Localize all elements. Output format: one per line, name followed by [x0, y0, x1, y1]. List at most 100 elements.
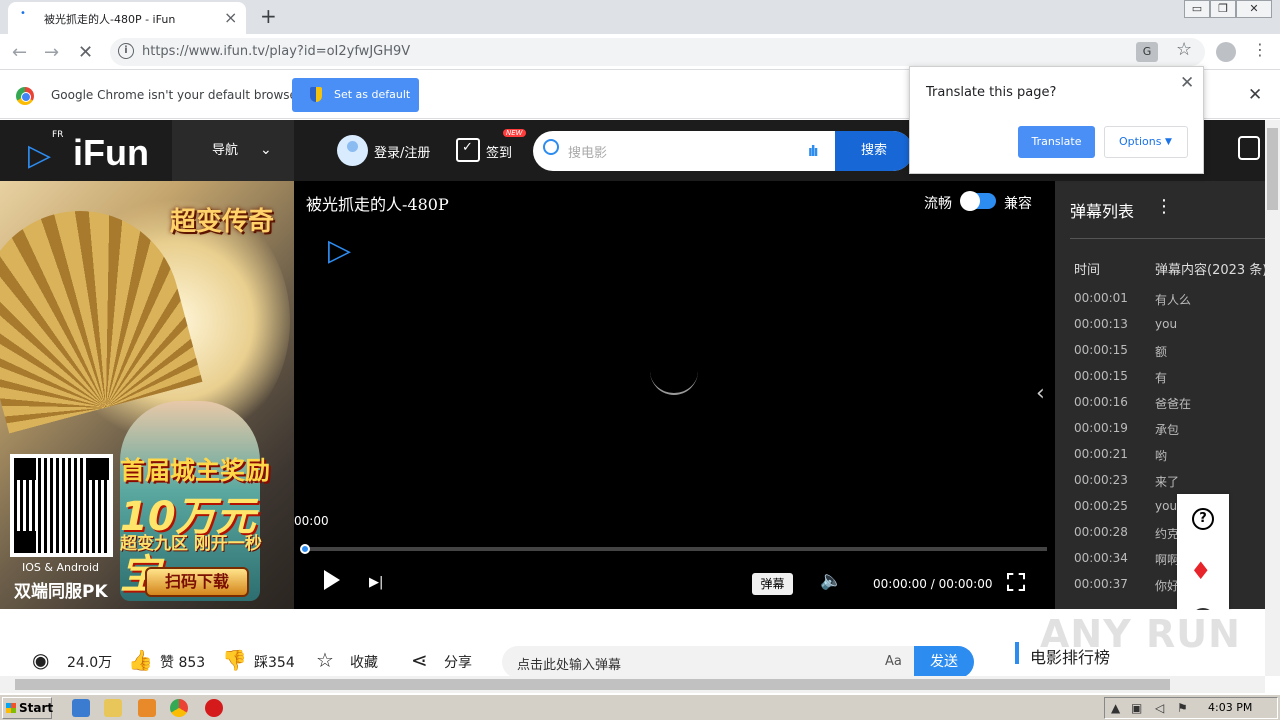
danmu-input[interactable]: 点击此处输入弹幕 — [517, 654, 621, 673]
vertical-scroll-thumb[interactable] — [1267, 128, 1278, 210]
danmu-row[interactable]: 00:00:37 你好 — [1055, 577, 1265, 603]
start-button[interactable]: Start — [2, 697, 53, 719]
tab-close-icon[interactable]: × — [224, 8, 237, 27]
infobar-close-icon[interactable]: ✕ — [1248, 85, 1262, 105]
stop-loading-icon[interactable]: ✕ — [78, 42, 93, 63]
minimize-button[interactable]: ▭ — [1184, 0, 1210, 18]
play-icon[interactable] — [324, 570, 340, 590]
danmu-row-content: 爸爸在 — [1155, 397, 1192, 411]
back-arrow-icon[interactable]: ← — [12, 42, 27, 63]
danmu-row[interactable]: 00:00:19 承包 — [1055, 421, 1265, 447]
vip-gem-icon[interactable]: ♦ — [1190, 557, 1212, 585]
window-close-button[interactable]: ✕ — [1236, 0, 1272, 18]
dislike-count[interactable]: 踩354 — [254, 652, 295, 672]
network-icon[interactable]: ▣ — [1131, 701, 1142, 715]
vertical-scrollbar[interactable] — [1265, 120, 1280, 676]
thumbs-up-icon[interactable]: 👍 — [128, 648, 153, 672]
tray-arrow-icon[interactable]: ▲ — [1111, 701, 1120, 715]
star-icon[interactable]: ☆ — [316, 648, 334, 672]
danmu-row[interactable]: 00:00:13 you — [1055, 317, 1265, 343]
set-as-default-label: Set as default — [334, 88, 411, 101]
collapse-sidebar-arrow-icon[interactable]: ‹ — [1036, 381, 1045, 406]
progress-handle[interactable] — [300, 544, 310, 554]
horizontal-scrollbar[interactable] — [0, 676, 1265, 693]
progress-track[interactable] — [305, 547, 1047, 551]
nav-menu[interactable]: 导航 ⌄ — [172, 120, 294, 181]
ad-download-button[interactable]: 扫码下载 — [145, 567, 249, 597]
help-icon[interactable]: ? — [1192, 508, 1214, 530]
column-header-time: 时间 — [1074, 263, 1101, 278]
danmu-row[interactable]: 00:00:15 额 — [1055, 343, 1265, 369]
ad-promo-line3: 超变九区 刚开一秒 — [120, 534, 262, 554]
forward-arrow-icon[interactable]: → — [44, 42, 59, 63]
shield-icon — [310, 87, 322, 102]
stop-sign-icon[interactable] — [205, 699, 223, 717]
fullscreen-icon[interactable] — [1007, 573, 1025, 591]
media-player-icon[interactable] — [138, 699, 156, 717]
search-button[interactable]: 搜索 — [835, 131, 913, 171]
danmu-row[interactable]: 00:00:25 you — [1055, 499, 1265, 525]
danmu-row[interactable]: 00:00:15 有 — [1055, 369, 1265, 395]
danmu-row[interactable]: 00:00:16 爸爸在 — [1055, 395, 1265, 421]
danmu-row-content: 哟 — [1155, 449, 1168, 463]
search-icon — [543, 139, 559, 155]
calendar-check-icon[interactable] — [456, 138, 480, 162]
site-info-icon[interactable]: i — [118, 43, 134, 59]
translate-icon[interactable]: G — [1136, 42, 1158, 62]
danmu-row[interactable]: 00:00:21 哟 — [1055, 447, 1265, 473]
user-avatar-icon[interactable] — [337, 135, 368, 166]
share-icon[interactable]: ⋖ — [411, 648, 428, 672]
bookmark-star-icon[interactable]: ☆ — [1176, 39, 1192, 60]
play-triangle-logo-icon: ▷ — [28, 138, 52, 173]
url-text[interactable]: https://www.ifun.tv/play?id=oI2yfwJGH9V — [142, 44, 410, 59]
qr-code-image — [10, 454, 113, 557]
new-tab-button[interactable]: + — [260, 4, 277, 28]
folder-icon[interactable] — [104, 699, 122, 717]
time-display: 00:00:00 / 00:00:00 — [873, 577, 993, 591]
maximize-button[interactable]: ❐ — [1210, 0, 1236, 18]
game-ad-banner[interactable]: 超变传奇 IOS & Android 双端同服PK 首届城主奖励 10万元宝 超… — [0, 181, 294, 609]
danmu-row-time: 00:00:01 — [1074, 291, 1128, 305]
ad-promo-line1: 首届城主奖励 — [120, 456, 271, 485]
address-bar[interactable]: i https://www.ifun.tv/play?id=oI2yfwJGH9… — [110, 38, 1205, 66]
translate-button[interactable]: Translate — [1018, 126, 1095, 158]
more-options-icon[interactable]: ⋮ — [1155, 196, 1173, 217]
favorite-button[interactable]: 收藏 — [350, 652, 378, 672]
danmu-row[interactable]: 00:00:28 约克 — [1055, 525, 1265, 551]
profile-avatar-icon[interactable] — [1216, 42, 1236, 62]
ifun-logo[interactable]: ▷ FR iFun — [28, 130, 168, 174]
video-player[interactable]: 被光抓走的人-480P 流畅 兼容 ▷ ‹ 00:00 ▶| 弹幕 🔈 00:0… — [294, 181, 1055, 609]
voice-bars-icon[interactable]: ılı — [808, 144, 819, 160]
ie-icon[interactable] — [72, 699, 90, 717]
danmu-row[interactable]: 00:00:01 有人么 — [1055, 291, 1265, 317]
volume-icon[interactable]: 🔈 — [820, 570, 842, 591]
font-style-button[interactable]: Aa — [885, 654, 902, 669]
volume-tray-icon[interactable]: ◁ — [1155, 701, 1164, 715]
like-count[interactable]: 赞 853 — [160, 652, 205, 672]
search-input[interactable]: 搜电影 — [568, 142, 607, 161]
next-icon[interactable]: ▶| — [369, 575, 383, 590]
flag-icon[interactable]: ⚑ — [1177, 701, 1188, 715]
danmu-row[interactable]: 00:00:34 啊啊 — [1055, 551, 1265, 577]
signin-link[interactable]: 签到 — [486, 142, 512, 161]
view-count: 24.0万 — [67, 655, 113, 671]
anyrun-watermark: ANY RUN — [1040, 612, 1241, 656]
tab-favicon-icon: • — [20, 8, 26, 19]
send-danmu-button[interactable]: 发送 — [914, 646, 974, 678]
horizontal-scroll-thumb[interactable] — [15, 679, 1170, 690]
browser-tab[interactable]: • 被光抓走的人-480P - iFun × — [8, 2, 246, 34]
danmu-row-time: 00:00:23 — [1074, 473, 1128, 487]
login-link[interactable]: 登录/注册 — [374, 142, 430, 161]
translate-close-icon[interactable]: ✕ — [1180, 73, 1194, 93]
danmu-row[interactable]: 00:00:23 来了 — [1055, 473, 1265, 499]
danmu-toggle-button[interactable]: 弹幕 — [752, 573, 793, 595]
set-as-default-button[interactable]: Set as default — [292, 78, 419, 112]
playback-mode-toggle[interactable] — [960, 191, 996, 211]
column-header-content: 弹幕内容(2023 条) — [1155, 263, 1265, 278]
translate-options-button[interactable]: Options ▼ — [1104, 126, 1188, 158]
thumbs-down-icon[interactable]: 👎 — [222, 648, 247, 672]
chrome-menu-icon[interactable]: ⋮ — [1252, 40, 1268, 59]
notification-icon[interactable] — [1238, 136, 1260, 160]
share-button[interactable]: 分享 — [444, 652, 472, 672]
chrome-taskbar-icon[interactable] — [170, 699, 188, 717]
